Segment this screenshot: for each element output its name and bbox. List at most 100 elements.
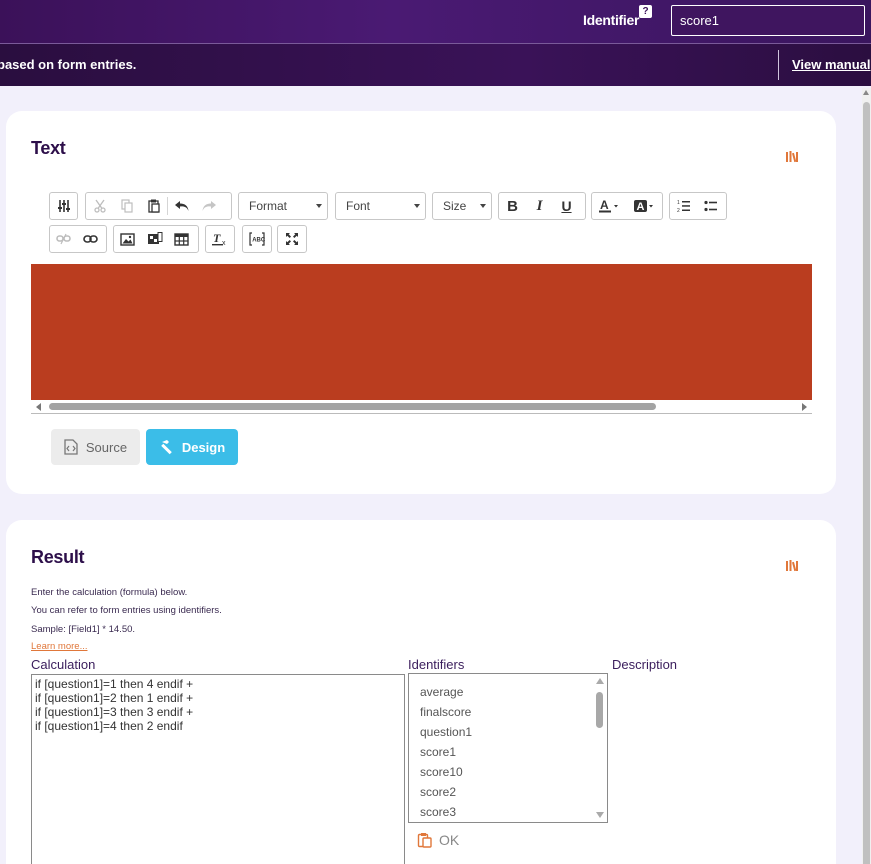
ok-label: OK bbox=[439, 832, 460, 848]
chevron-down-icon bbox=[414, 204, 420, 208]
books-icon[interactable] bbox=[785, 150, 799, 164]
description-text: based on form entries. bbox=[0, 57, 137, 72]
sub-bar: based on form entries. View manual bbox=[0, 43, 871, 86]
view-manual-link[interactable]: View manual bbox=[792, 57, 871, 72]
text-color-icon[interactable]: A bbox=[592, 193, 627, 219]
toolbar-colors: A A bbox=[591, 192, 663, 220]
format-label: Format bbox=[249, 199, 288, 213]
scroll-down-icon[interactable] bbox=[596, 812, 604, 818]
list-item[interactable]: score10 bbox=[420, 765, 463, 779]
placeholder-icon[interactable]: ABC bbox=[243, 226, 270, 252]
media-icon[interactable] bbox=[141, 226, 168, 252]
redo-icon[interactable] bbox=[195, 193, 222, 219]
cut-icon[interactable] bbox=[86, 193, 113, 219]
list-item[interactable]: score3 bbox=[420, 805, 456, 819]
size-dropdown[interactable]: Size bbox=[432, 192, 492, 220]
svg-text:T: T bbox=[213, 232, 221, 245]
learn-more-link[interactable]: Learn more... bbox=[31, 641, 88, 652]
svg-text:A: A bbox=[600, 199, 609, 212]
list-item[interactable]: score1 bbox=[420, 745, 456, 759]
info-line: Sample: [Field1] * 14.50. bbox=[31, 624, 136, 635]
calculation-line: if [question1]=1 then 4 endif + bbox=[35, 677, 194, 691]
toolbar-insert bbox=[113, 225, 199, 253]
paste-icon bbox=[417, 833, 432, 848]
calculation-line: if [question1]=4 then 2 endif bbox=[35, 719, 183, 733]
scroll-up-icon[interactable] bbox=[596, 678, 604, 684]
identifier-input[interactable]: score1 bbox=[671, 5, 865, 36]
unlink-icon[interactable] bbox=[50, 226, 77, 252]
link-icon[interactable] bbox=[77, 226, 104, 252]
listbox-scrollbar[interactable] bbox=[594, 675, 606, 821]
identifiers-label: Identifiers bbox=[408, 657, 465, 672]
font-dropdown[interactable]: Font bbox=[335, 192, 426, 220]
toolbar-tools bbox=[49, 192, 78, 220]
font-label: Font bbox=[346, 199, 371, 213]
paste-icon[interactable] bbox=[140, 193, 167, 219]
numbered-list-icon[interactable]: 12 bbox=[670, 193, 697, 219]
ok-button[interactable]: OK bbox=[417, 831, 459, 849]
divider bbox=[778, 50, 779, 80]
toolbar-placeholder: ABC bbox=[242, 225, 272, 253]
identifiers-listbox[interactable]: average finalscore question1 score1 scor… bbox=[408, 673, 608, 823]
chevron-down-icon bbox=[316, 204, 322, 208]
editor-content-area[interactable] bbox=[31, 264, 812, 400]
scroll-right-icon[interactable] bbox=[802, 403, 807, 411]
underline-icon[interactable]: U bbox=[553, 193, 580, 219]
help-icon[interactable]: ? bbox=[639, 5, 652, 18]
calculation-line: if [question1]=3 then 3 endif + bbox=[35, 705, 194, 719]
identifier-label: Identifier bbox=[583, 12, 640, 28]
text-card: Text Format Font Size B I U A A 1 2 T x … bbox=[6, 111, 836, 494]
svg-text:1: 1 bbox=[677, 200, 680, 206]
scroll-thumb[interactable] bbox=[863, 102, 870, 864]
text-section-title: Text bbox=[31, 138, 66, 158]
list-item[interactable]: average bbox=[420, 685, 463, 699]
list-item[interactable]: score2 bbox=[420, 785, 456, 799]
svg-text:x: x bbox=[222, 240, 226, 246]
top-bar: Identifier ? score1 bbox=[0, 0, 871, 43]
page-scrollbar[interactable] bbox=[862, 88, 871, 864]
code-file-icon bbox=[64, 439, 78, 455]
background-color-icon[interactable]: A bbox=[627, 193, 662, 219]
scroll-up-icon[interactable] bbox=[863, 90, 869, 95]
source-label: Source bbox=[85, 439, 128, 455]
info-line: You can refer to form entries using iden… bbox=[31, 605, 222, 616]
description-label: Description bbox=[612, 657, 678, 672]
bold-icon[interactable]: B bbox=[499, 193, 526, 219]
table-icon[interactable] bbox=[168, 226, 195, 252]
toolbar-maximize bbox=[277, 225, 307, 253]
scroll-thumb[interactable] bbox=[596, 692, 603, 728]
source-button[interactable]: Source bbox=[51, 429, 140, 465]
svg-text:ABC: ABC bbox=[252, 238, 265, 244]
books-icon[interactable] bbox=[785, 559, 799, 573]
svg-text:A: A bbox=[636, 201, 644, 213]
list-item[interactable]: question1 bbox=[420, 725, 472, 739]
svg-text:2: 2 bbox=[677, 208, 680, 213]
format-dropdown[interactable]: Format bbox=[238, 192, 328, 220]
design-button[interactable]: Design bbox=[146, 429, 238, 465]
calculation-textarea[interactable]: if [question1]=1 then 4 endif + if [ques… bbox=[31, 674, 405, 864]
toolbar-clipboard bbox=[85, 192, 232, 220]
italic-icon[interactable]: I bbox=[526, 193, 553, 219]
undo-icon[interactable] bbox=[168, 193, 195, 219]
size-label: Size bbox=[443, 199, 467, 213]
toolbar-lists: 12 bbox=[669, 192, 727, 220]
chevron-down-icon bbox=[480, 204, 486, 208]
settings-sliders-icon[interactable] bbox=[50, 193, 77, 219]
toolbar-basic-styles: B I U bbox=[498, 192, 586, 220]
list-item[interactable]: finalscore bbox=[420, 705, 471, 719]
design-label: Design bbox=[181, 439, 226, 455]
calculation-label: Calculation bbox=[31, 657, 96, 672]
image-icon[interactable] bbox=[114, 226, 141, 252]
toolbar-links bbox=[49, 225, 107, 253]
editor-horizontal-scrollbar[interactable] bbox=[31, 400, 812, 414]
bullet-list-icon[interactable] bbox=[697, 193, 724, 219]
info-line: Enter the calculation (formula) below. bbox=[31, 587, 188, 598]
calculation-line: if [question1]=2 then 1 endif + bbox=[35, 691, 194, 705]
copy-icon[interactable] bbox=[113, 193, 140, 219]
remove-format-icon[interactable]: Tx bbox=[206, 226, 233, 252]
toolbar-clear-format: Tx bbox=[205, 225, 235, 253]
maximize-icon[interactable] bbox=[278, 226, 305, 252]
result-card: Result Enter the calculation (formula) b… bbox=[6, 520, 836, 864]
scroll-left-icon[interactable] bbox=[36, 403, 41, 411]
scroll-thumb[interactable] bbox=[49, 403, 656, 410]
